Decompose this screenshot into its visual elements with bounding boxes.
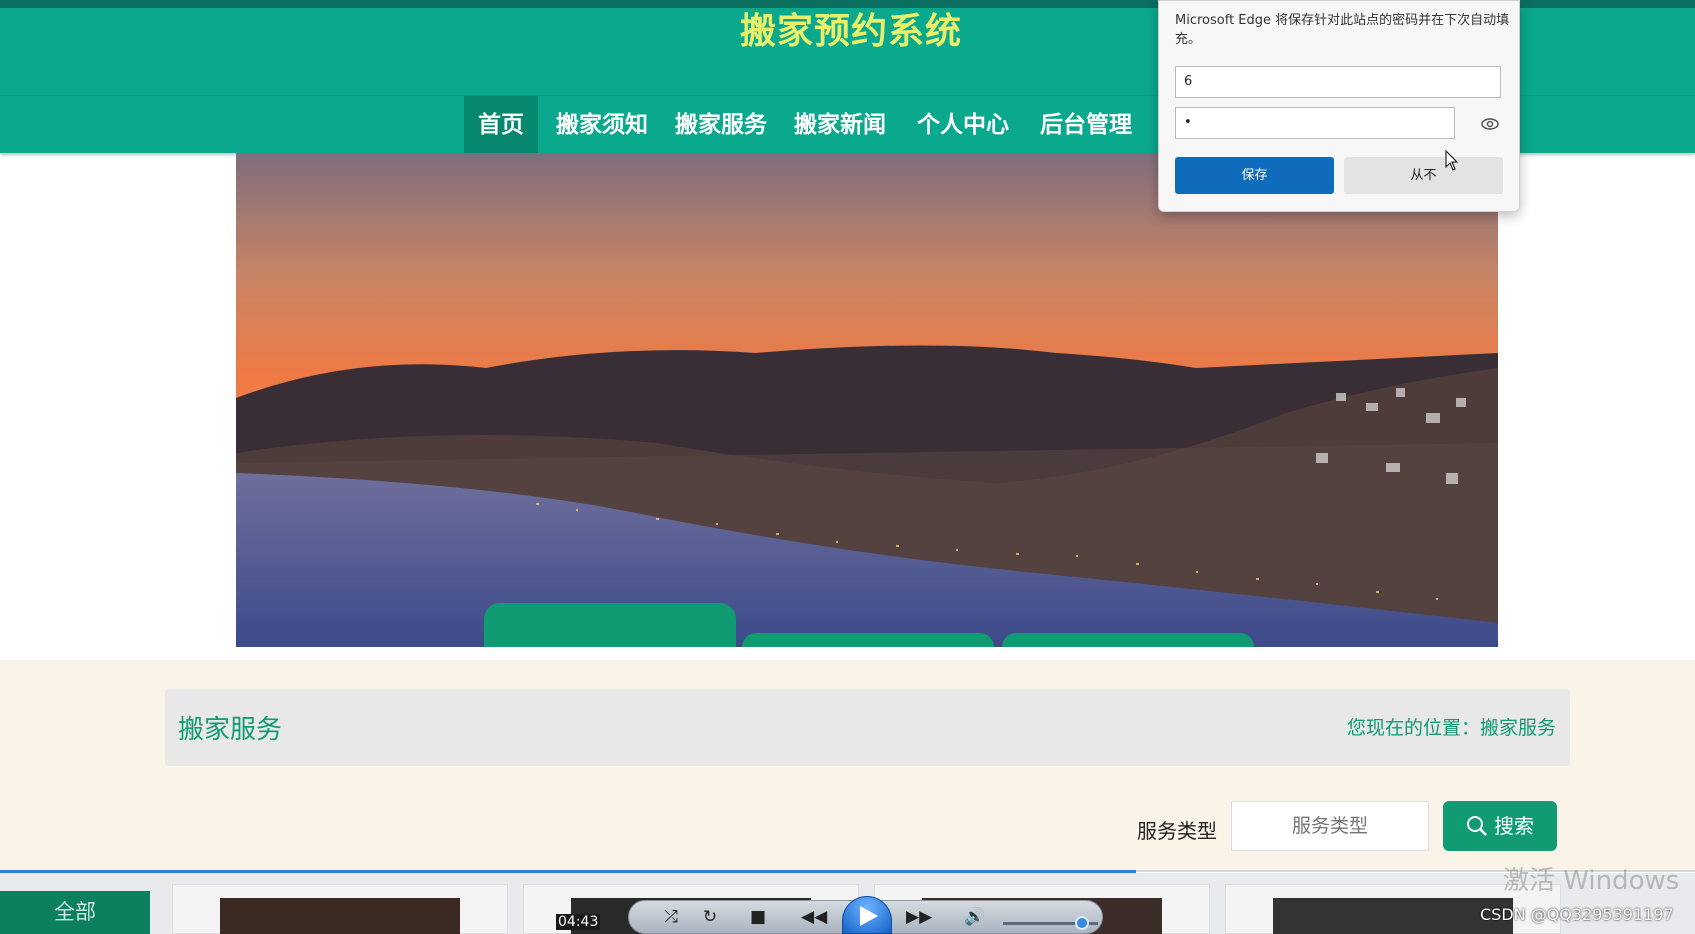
repeat-icon[interactable]: ↻ bbox=[697, 904, 723, 930]
banner-slide-tab-1[interactable] bbox=[484, 603, 736, 647]
nav-item-news[interactable]: 搬家新闻 bbox=[780, 96, 900, 154]
content-section: 搬家服务 您现在的位置：搬家服务 服务类型 搜索 bbox=[0, 660, 1695, 870]
playback-time: 04:43 bbox=[556, 914, 601, 930]
fast-forward-icon[interactable]: ▶▶ bbox=[906, 904, 932, 930]
nav-item-home[interactable]: 首页 bbox=[464, 96, 538, 154]
section-title: 搬家服务 bbox=[178, 715, 283, 745]
category-tab-all[interactable]: 全部 bbox=[0, 891, 150, 934]
banner-image bbox=[236, 153, 1498, 647]
site-title: 搬家预约系统 bbox=[740, 11, 963, 52]
search-button-label: 搜索 bbox=[1494, 814, 1534, 838]
rewind-icon[interactable]: ◀◀ bbox=[801, 904, 827, 930]
attribution-text: CSDN @QQ3295391197 bbox=[1480, 905, 1674, 924]
thumbnail-4-image bbox=[1273, 898, 1513, 934]
search-icon bbox=[1467, 816, 1487, 836]
breadcrumb-location[interactable]: 您现在的位置：搬家服务 bbox=[1347, 713, 1556, 740]
hero-banner bbox=[236, 153, 1498, 647]
save-password-popup: Microsoft Edge 将保存针对此站点的密码并在下次自动填充。 6 • … bbox=[1158, 0, 1520, 212]
nav-item-profile[interactable]: 个人中心 bbox=[903, 96, 1023, 154]
nav-item-notice[interactable]: 搬家须知 bbox=[542, 96, 662, 154]
search-label: 服务类型 bbox=[1137, 819, 1217, 843]
username-field[interactable]: 6 bbox=[1175, 66, 1501, 98]
password-field[interactable]: • bbox=[1175, 107, 1455, 139]
nav-item-services[interactable]: 搬家服务 bbox=[661, 96, 781, 154]
banner-slide-tab-2[interactable] bbox=[742, 633, 994, 647]
show-password-icon[interactable] bbox=[1479, 113, 1501, 135]
never-save-button[interactable]: 从不 bbox=[1344, 157, 1503, 194]
volume-knob[interactable] bbox=[1075, 916, 1089, 930]
windows-activation-watermark: 激活 Windows bbox=[1503, 866, 1680, 896]
stop-icon[interactable]: ■ bbox=[745, 904, 771, 930]
search-button[interactable]: 搜索 bbox=[1443, 801, 1557, 851]
volume-icon[interactable]: 🔊 bbox=[962, 904, 988, 930]
popup-message: Microsoft Edge 将保存针对此站点的密码并在下次自动填充。 bbox=[1175, 13, 1510, 47]
thumbnail-1-image bbox=[220, 898, 460, 934]
breadcrumb: 搬家服务 您现在的位置：搬家服务 bbox=[165, 689, 1570, 766]
play-icon bbox=[860, 906, 878, 926]
nav-item-admin[interactable]: 后台管理 bbox=[1026, 96, 1146, 154]
service-type-input[interactable] bbox=[1231, 801, 1429, 851]
shuffle-icon[interactable]: ⤮ bbox=[658, 904, 684, 930]
mouse-cursor-icon bbox=[1445, 150, 1459, 171]
banner-slide-tab-3[interactable] bbox=[1002, 633, 1254, 647]
save-password-button[interactable]: 保存 bbox=[1175, 157, 1334, 194]
